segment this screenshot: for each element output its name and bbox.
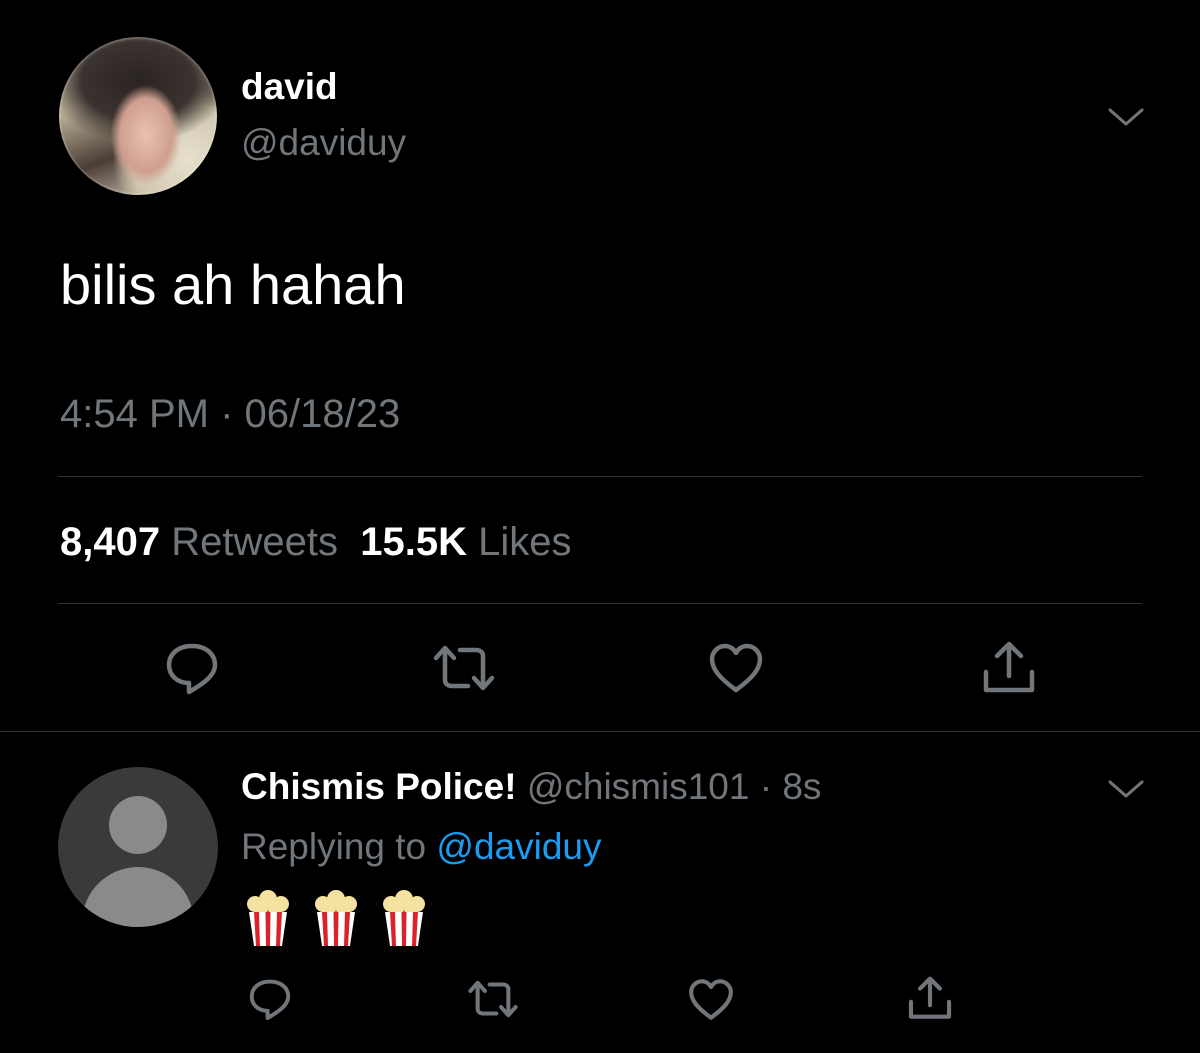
retweets-stat[interactable]: 8,407 Retweets (60, 520, 338, 564)
share-icon[interactable] (906, 975, 954, 1022)
like-icon[interactable] (687, 978, 735, 1021)
reply-avatar[interactable] (58, 767, 218, 927)
author-handle[interactable]: @daviduy (241, 122, 406, 164)
reply-author-name[interactable]: Chismis Police! (241, 766, 517, 807)
retweets-label: Retweets (171, 520, 338, 564)
likes-label: Likes (478, 520, 572, 564)
reply-icon[interactable] (247, 976, 293, 1022)
replying-to: Replying to @daviduy (241, 826, 601, 868)
mention-link[interactable]: @daviduy (436, 826, 601, 867)
divider (58, 476, 1142, 477)
default-avatar-head (109, 796, 167, 854)
retweets-count: 8,407 (60, 520, 161, 564)
like-icon[interactable] (707, 642, 765, 694)
replying-prefix: Replying to (241, 826, 427, 867)
reply-content (245, 890, 427, 948)
tweet-stats: 8,407 Retweets 15.5K Likes (60, 520, 571, 565)
chevron-down-icon[interactable] (1106, 776, 1146, 802)
author-avatar[interactable] (59, 37, 217, 195)
tweet-text: bilis ah hahah (60, 253, 406, 316)
likes-count: 15.5K (360, 520, 467, 564)
popcorn-icon (247, 890, 289, 946)
popcorn-icon (383, 890, 425, 946)
divider (58, 603, 1142, 604)
retweet-icon[interactable] (467, 978, 519, 1020)
share-icon[interactable] (980, 640, 1038, 696)
chevron-down-icon[interactable] (1106, 104, 1146, 130)
reply-header: Chismis Police! @chismis101 · 8s (241, 766, 821, 808)
likes-stat[interactable]: 15.5K Likes (360, 520, 571, 564)
author-display-name[interactable]: david (241, 66, 338, 108)
tweet-timestamp[interactable]: 4:54 PM · 06/18/23 (60, 392, 400, 437)
retweet-icon[interactable] (432, 642, 496, 694)
popcorn-icon (315, 890, 357, 946)
divider (0, 731, 1200, 732)
reply-handle-time[interactable]: @chismis101 · 8s (527, 766, 822, 807)
default-avatar-body (82, 867, 194, 927)
reply-icon[interactable] (163, 640, 221, 696)
